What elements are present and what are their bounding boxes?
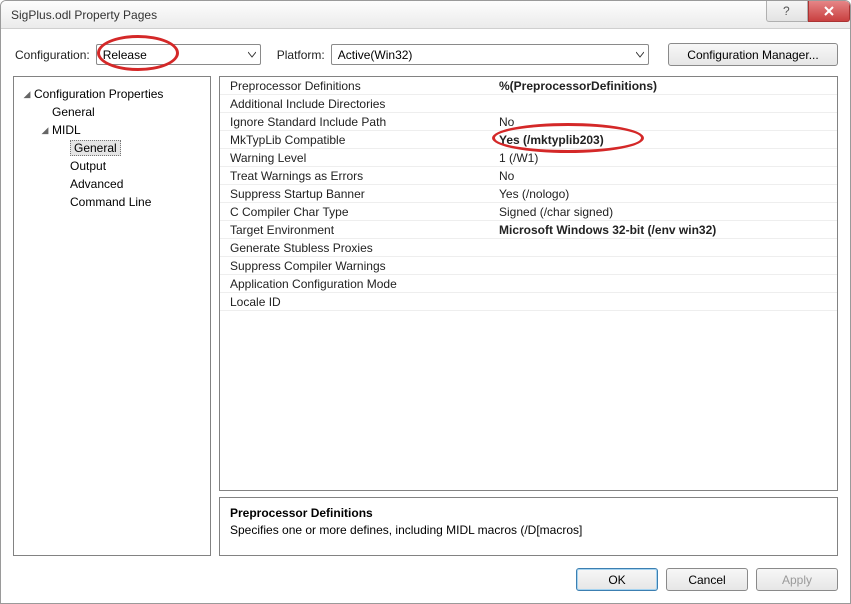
grid-key: Generate Stubless Proxies [220,241,495,255]
close-button[interactable] [808,0,850,22]
grid-value[interactable]: %(PreprocessorDefinitions) [495,79,837,93]
tree-root[interactable]: ◢ Configuration Properties [20,85,206,103]
grid-key: Treat Warnings as Errors [220,169,495,183]
chevron-down-icon [248,51,256,59]
platform-value: Active(Win32) [338,48,632,62]
tree-item-midl-general[interactable]: General [20,139,206,157]
window-title: SigPlus.odl Property Pages [11,8,766,22]
grid-row[interactable]: Ignore Standard Include PathNo [220,113,837,131]
collapse-icon[interactable]: ◢ [22,89,32,100]
chevron-down-icon [636,51,644,59]
config-toolbar: Configuration: Release Platform: Active(… [1,29,850,76]
cancel-button[interactable]: Cancel [666,568,748,591]
svg-text:?: ? [783,5,790,17]
grid-row[interactable]: MkTypLib CompatibleYes (/mktyplib203) [220,131,837,149]
grid-row[interactable]: Suppress Compiler Warnings [220,257,837,275]
grid-key: Suppress Compiler Warnings [220,259,495,273]
grid-row[interactable]: Treat Warnings as ErrorsNo [220,167,837,185]
grid-row[interactable]: Suppress Startup BannerYes (/nologo) [220,185,837,203]
footer: OK Cancel Apply [1,564,850,603]
description-body: Specifies one or more defines, including… [230,523,827,537]
help-icon: ? [781,5,793,17]
grid-row[interactable]: Additional Include Directories [220,95,837,113]
tree-view[interactable]: ◢ Configuration Properties General ◢MIDL… [13,76,211,556]
tree-item-midl-advanced[interactable]: Advanced [20,175,206,193]
grid-row[interactable]: Preprocessor Definitions%(PreprocessorDe… [220,77,837,95]
collapse-icon[interactable]: ◢ [40,125,50,136]
configuration-value: Release [103,48,244,62]
grid-value[interactable]: Yes (/mktyplib203) [495,133,837,147]
grid-row[interactable]: Locale ID [220,293,837,311]
grid-value[interactable]: No [495,115,837,129]
grid-row[interactable]: Application Configuration Mode [220,275,837,293]
grid-key: Warning Level [220,151,495,165]
apply-button[interactable]: Apply [756,568,838,591]
grid-key: Target Environment [220,223,495,237]
configuration-manager-button[interactable]: Configuration Manager... [668,43,838,66]
titlebar: SigPlus.odl Property Pages ? [1,1,850,29]
grid-value[interactable]: No [495,169,837,183]
description-title: Preprocessor Definitions [230,506,827,520]
grid-key: C Compiler Char Type [220,205,495,219]
tree-item-midl-output[interactable]: Output [20,157,206,175]
description-panel: Preprocessor Definitions Specifies one o… [219,497,838,556]
grid-value[interactable]: Yes (/nologo) [495,187,837,201]
tree-item-midl-commandline[interactable]: Command Line [20,193,206,211]
configuration-label: Configuration: [15,48,90,62]
grid-key: Locale ID [220,295,495,309]
grid-key: Preprocessor Definitions [220,79,495,93]
tree-item-general[interactable]: General [20,103,206,121]
grid-row[interactable]: Warning Level1 (/W1) [220,149,837,167]
grid-key: MkTypLib Compatible [220,133,495,147]
close-icon [823,5,835,17]
platform-combo[interactable]: Active(Win32) [331,44,649,65]
grid-row[interactable]: C Compiler Char TypeSigned (/char signed… [220,203,837,221]
grid-row[interactable]: Generate Stubless Proxies [220,239,837,257]
grid-key: Suppress Startup Banner [220,187,495,201]
ok-button[interactable]: OK [576,568,658,591]
configuration-combo[interactable]: Release [96,44,261,65]
property-grid[interactable]: Preprocessor Definitions%(PreprocessorDe… [219,76,838,491]
platform-label: Platform: [277,48,325,62]
grid-value[interactable]: Microsoft Windows 32-bit (/env win32) [495,223,837,237]
grid-key: Additional Include Directories [220,97,495,111]
grid-value[interactable]: Signed (/char signed) [495,205,837,219]
grid-key: Ignore Standard Include Path [220,115,495,129]
grid-value[interactable]: 1 (/W1) [495,151,837,165]
tree-item-midl[interactable]: ◢MIDL [20,121,206,139]
help-button[interactable]: ? [766,0,808,22]
grid-key: Application Configuration Mode [220,277,495,291]
property-pages-dialog: SigPlus.odl Property Pages ? Configurati… [0,0,851,604]
grid-row[interactable]: Target EnvironmentMicrosoft Windows 32-b… [220,221,837,239]
